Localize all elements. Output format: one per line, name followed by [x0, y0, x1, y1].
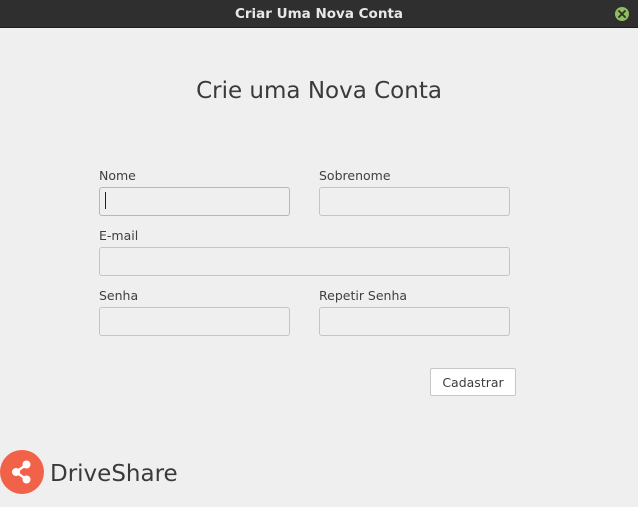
- text-caret: [105, 192, 106, 209]
- repeat-password-label: Repetir Senha: [319, 288, 408, 303]
- window-titlebar: Criar Uma Nova Conta: [0, 0, 638, 28]
- last-name-field[interactable]: [319, 187, 510, 216]
- brand-name: DriveShare: [50, 461, 178, 487]
- password-label: Senha: [99, 288, 139, 303]
- window-title: Criar Uma Nova Conta: [234, 6, 404, 22]
- email-label: E-mail: [99, 228, 139, 243]
- password-field[interactable]: [99, 307, 290, 336]
- close-icon[interactable]: [615, 7, 629, 21]
- last-name-label: Sobrenome: [319, 168, 391, 183]
- first-name-field[interactable]: [99, 187, 290, 216]
- page-title: Crie uma Nova Conta: [196, 78, 442, 104]
- share-icon: [0, 450, 44, 494]
- register-button[interactable]: Cadastrar: [430, 368, 516, 396]
- first-name-label: Nome: [99, 168, 136, 183]
- repeat-password-field[interactable]: [319, 307, 510, 336]
- email-field[interactable]: [99, 247, 510, 276]
